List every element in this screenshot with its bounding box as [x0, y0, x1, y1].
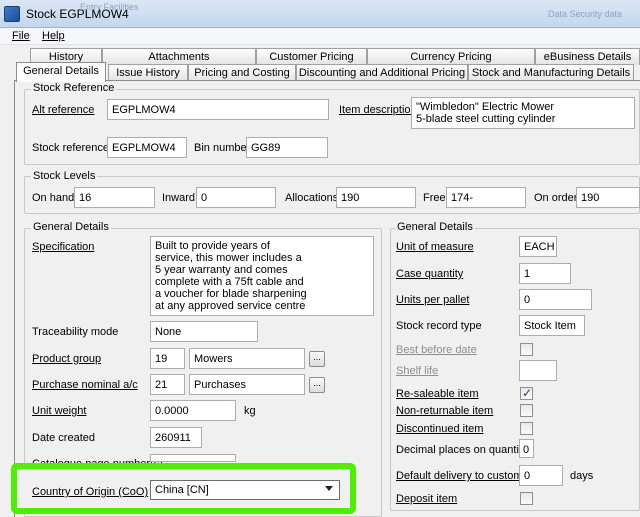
deposit-item-checkbox[interactable]	[520, 492, 533, 505]
stock-reference-field[interactable]: EGPLMOW4	[107, 137, 187, 158]
general-details-right-legend: General Details	[395, 221, 475, 233]
country-of-origin-label: Country of Origin (CoO)	[32, 486, 149, 498]
date-created-field[interactable]: 260911	[150, 427, 202, 448]
alt-reference-field[interactable]: EGPLMOW4	[107, 99, 329, 120]
tab-general-details[interactable]: General Details	[16, 62, 106, 82]
tab-currency-pricing[interactable]: Currency Pricing	[367, 48, 535, 65]
on-order-field[interactable]: 190	[576, 187, 640, 208]
on-order-label: On order	[534, 192, 578, 204]
shelf-life-field[interactable]	[519, 360, 557, 381]
free-field[interactable]: 174-	[446, 187, 526, 208]
inward-label: Inward	[162, 192, 196, 204]
general-details-left-legend: General Details	[31, 221, 111, 233]
unit-weight-field[interactable]: 0.0000	[150, 400, 236, 421]
tab-stock-manufacturing[interactable]: Stock and Manufacturing Details	[468, 64, 634, 81]
decimal-places-label: Decimal places on quantity	[396, 444, 528, 456]
unit-weight-unit: kg	[244, 405, 256, 417]
bin-number-label: Bin number	[194, 142, 251, 154]
tab-customer-pricing[interactable]: Customer Pricing	[256, 48, 367, 65]
background-window-title: Entry Facilities	[80, 2, 139, 12]
non-returnable-label: Non-returnable item	[396, 405, 494, 417]
case-quantity-field[interactable]: 1	[519, 263, 571, 284]
non-returnable-checkbox[interactable]	[520, 404, 533, 417]
traceability-field[interactable]: None	[150, 321, 258, 342]
catalogue-page-field[interactable]	[150, 454, 236, 462]
tab-attachments[interactable]: Attachments	[102, 48, 256, 65]
country-of-origin-select[interactable]: China [CN]	[150, 480, 340, 500]
tab-ebusiness-details[interactable]: eBusiness Details	[535, 48, 640, 65]
stock-levels-legend: Stock Levels	[31, 170, 98, 182]
tab-issue-history[interactable]: Issue History	[108, 64, 188, 81]
discontinued-checkbox[interactable]	[520, 422, 533, 435]
unit-weight-label: Unit weight	[32, 405, 87, 417]
deposit-item-label: Deposit item	[396, 493, 458, 505]
item-description-label: Item description	[339, 104, 417, 116]
app-icon	[4, 6, 20, 22]
product-group-name-field[interactable]: Mowers	[189, 348, 305, 369]
free-label: Free	[423, 192, 446, 204]
case-quantity-label: Case quantity	[396, 268, 464, 280]
unit-of-measure-field[interactable]: EACH	[519, 236, 557, 257]
background-window-title-right: Data Security data	[548, 9, 623, 19]
purchase-nominal-label: Purchase nominal a/c	[32, 379, 138, 391]
resaleable-checkbox[interactable]	[520, 386, 533, 400]
stock-reference-legend: Stock Reference	[31, 82, 117, 94]
traceability-label: Traceability mode	[32, 326, 119, 338]
specification-label: Specification	[32, 241, 95, 253]
product-group-lookup-button[interactable]: ...	[309, 351, 325, 367]
purchase-nominal-name-field[interactable]: Purchases	[189, 374, 305, 395]
resaleable-label: Re-saleable item	[396, 388, 479, 400]
discontinued-label: Discontinued item	[396, 423, 484, 435]
stock-reference-label: Stock reference	[32, 142, 110, 154]
default-delivery-field[interactable]: 0	[519, 465, 563, 486]
tab-discounting[interactable]: Discounting and Additional Pricing	[296, 64, 468, 81]
decimal-places-field[interactable]: 0	[519, 439, 534, 458]
item-description-field[interactable]: "Wimbledon" Electric Mower 5-blade steel…	[411, 97, 635, 129]
best-before-label: Best before date	[396, 344, 477, 356]
product-group-code-field[interactable]: 19	[150, 348, 185, 369]
menu-help[interactable]: Help	[42, 30, 65, 42]
stock-record-type-label: Stock record type	[396, 320, 482, 332]
best-before-checkbox[interactable]	[520, 343, 533, 356]
default-delivery-unit: days	[570, 470, 594, 482]
allocations-field[interactable]: 190	[336, 187, 416, 208]
stock-record-type-field[interactable]: Stock Item	[519, 315, 585, 336]
default-delivery-label: Default delivery to customer	[396, 470, 533, 482]
on-hand-field[interactable]: 16	[74, 187, 155, 208]
inward-field[interactable]: 0	[196, 187, 276, 208]
date-created-label: Date created	[32, 432, 95, 444]
shelf-life-label: Shelf life	[396, 365, 439, 377]
alt-reference-label: Alt reference	[32, 104, 95, 116]
menu-file[interactable]: File	[12, 30, 30, 42]
product-group-label: Product group	[32, 353, 102, 365]
purchase-nominal-lookup-button[interactable]: ...	[309, 377, 325, 393]
country-of-origin-value: China [CN]	[155, 484, 209, 496]
chevron-down-icon	[325, 486, 333, 491]
bin-number-field[interactable]: GG89	[246, 137, 328, 158]
tab-pricing-and-costing[interactable]: Pricing and Costing	[188, 64, 296, 81]
purchase-nominal-code-field[interactable]: 21	[150, 374, 185, 395]
on-hand-label: On hand	[32, 192, 75, 204]
menu-bar	[0, 28, 640, 45]
specification-field[interactable]: Built to provide years of service, this …	[150, 236, 374, 316]
units-per-pallet-label: Units per pallet	[396, 294, 470, 306]
allocations-label: Allocations	[285, 192, 339, 204]
unit-of-measure-label: Unit of measure	[396, 241, 474, 253]
units-per-pallet-field[interactable]: 0	[519, 289, 592, 310]
